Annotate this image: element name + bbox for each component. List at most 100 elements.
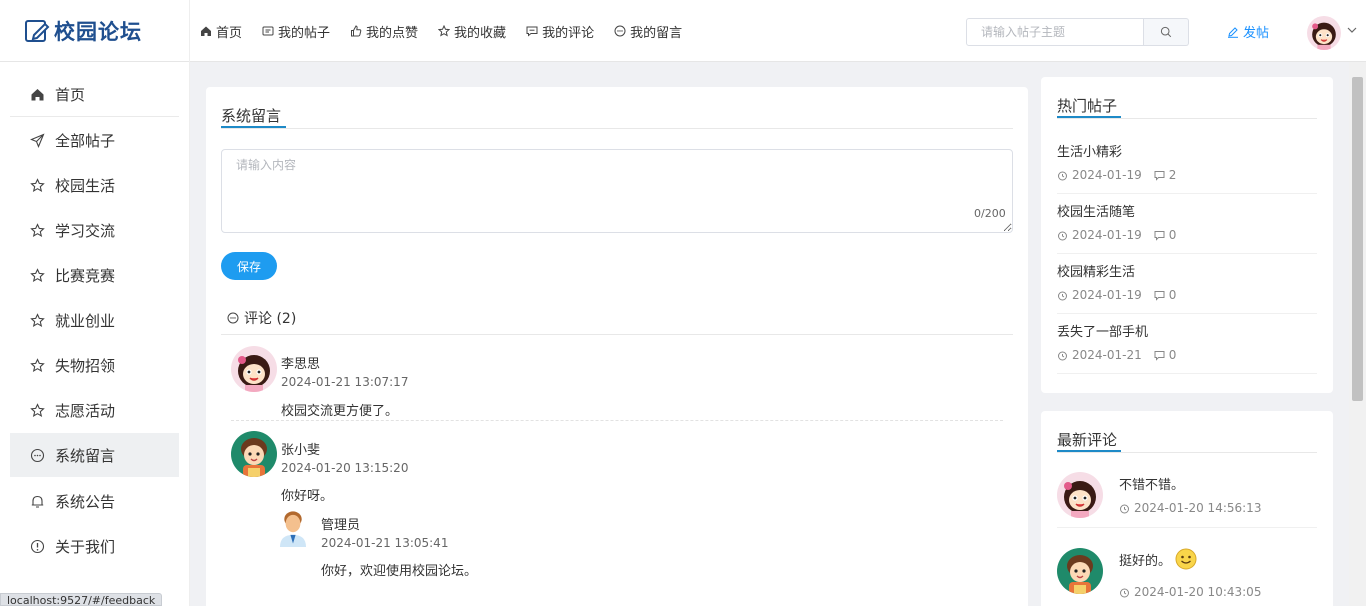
comment-time: 2024-01-20 14:56:13 <box>1134 501 1262 515</box>
comment-text: 你好呀。 <box>281 489 334 504</box>
sidebar-item-home[interactable]: 首页 <box>10 72 179 116</box>
chevron-down-icon[interactable] <box>1346 24 1358 36</box>
topnav-my-posts[interactable]: 我的帖子 <box>262 22 330 41</box>
item-separator <box>1057 253 1317 254</box>
comments-header: 评论 (2) <box>227 308 296 328</box>
sidebar-divider <box>10 116 179 117</box>
topnav-my-favorites[interactable]: 我的收藏 <box>438 22 506 41</box>
latest-comment-text[interactable]: 挺好的。 <box>1119 548 1197 570</box>
alarm-clock-icon <box>1058 291 1067 300</box>
comment-text: 不错不错。 <box>1119 478 1185 493</box>
topnav-my-likes[interactable]: 我的点赞 <box>350 22 418 41</box>
brand-logo[interactable]: 校园论坛 <box>0 0 190 62</box>
sidebar-item-label: 系统公告 <box>55 492 116 511</box>
divider <box>221 334 1013 335</box>
send-icon <box>30 132 45 148</box>
comment-author: 李思思 <box>281 357 321 372</box>
sidebar-item-lost-found[interactable]: 失物招领 <box>10 343 179 387</box>
sidebar-item-feedback[interactable]: 系统留言 <box>10 433 179 477</box>
avatar-image <box>1307 16 1341 50</box>
info-icon <box>30 539 45 553</box>
sidebar-item-announcements[interactable]: 系统公告 <box>10 479 179 523</box>
search-button[interactable] <box>1144 18 1189 46</box>
sidebar-item-label: 学习交流 <box>55 221 116 240</box>
comment-icon <box>1154 290 1165 301</box>
hot-post-meta: 2024-01-19 0 <box>1057 288 1176 302</box>
user-avatar[interactable] <box>1307 16 1341 50</box>
chat-dots-icon <box>227 312 239 324</box>
sidebar-item-label: 首页 <box>55 85 86 104</box>
avatar <box>1057 548 1103 594</box>
hot-posts-panel: 热门帖子 生活小精彩 2024-01-19 2 校园生活随笔 2024-01-1… <box>1041 77 1333 393</box>
star-icon <box>30 222 45 237</box>
panel-title: 热门帖子 <box>1057 97 1118 115</box>
alarm-clock-icon <box>1058 351 1067 360</box>
sidebar-item-label: 失物招领 <box>55 356 116 375</box>
message-box-icon <box>262 26 274 36</box>
sidebar: 首页 全部帖子 校园生活 学习交流 比赛竞赛 就业创业 失物招领 志愿活动 系统… <box>0 62 190 606</box>
sidebar-item-volunteer[interactable]: 志愿活动 <box>10 388 179 432</box>
sidebar-item-about[interactable]: 关于我们 <box>10 524 179 568</box>
sidebar-item-label: 比赛竞赛 <box>55 266 116 285</box>
comment-author: 张小斐 <box>281 443 321 458</box>
top-nav: 首页 我的帖子 我的点赞 我的收藏 我的评论 我的留言 <box>200 0 702 62</box>
sidebar-item-label: 系统留言 <box>55 446 116 465</box>
post-date: 2024-01-19 <box>1072 168 1142 182</box>
chat-dots-icon <box>30 448 45 462</box>
latest-comment-meta: 2024-01-20 14:56:13 <box>1119 501 1261 515</box>
message-textarea[interactable] <box>221 149 1013 233</box>
star-icon <box>30 402 45 417</box>
search-icon <box>1160 26 1172 38</box>
comment-time: 2024-01-20 10:43:05 <box>1134 585 1262 599</box>
char-counter: 0/200 <box>974 207 1006 220</box>
thumb-up-icon <box>351 25 362 37</box>
chat-icon <box>526 26 538 37</box>
scrollbar-thumb[interactable] <box>1352 77 1363 401</box>
panel-title: 最新评论 <box>1057 431 1118 449</box>
sidebar-item-label: 关于我们 <box>55 537 116 556</box>
avatar-image <box>231 346 277 392</box>
star-icon <box>30 357 45 372</box>
topnav-label: 我的帖子 <box>278 25 331 41</box>
sidebar-item-competitions[interactable]: 比赛竞赛 <box>10 253 179 297</box>
avatar-image <box>1057 472 1103 518</box>
topnav-my-messages[interactable]: 我的留言 <box>614 22 682 41</box>
hot-post-title[interactable]: 校园生活随笔 <box>1057 201 1135 220</box>
home-icon <box>201 26 211 36</box>
post-date: 2024-01-19 <box>1072 288 1142 302</box>
hot-post-title[interactable]: 丢失了一部手机 <box>1057 321 1148 340</box>
search-box <box>966 18 1189 46</box>
hot-post-meta: 2024-01-19 0 <box>1057 228 1176 242</box>
avatar-image <box>273 504 313 550</box>
hot-post-meta: 2024-01-21 0 <box>1057 348 1176 362</box>
latest-comment-text[interactable]: 不错不错。 <box>1119 474 1184 493</box>
sidebar-item-label: 志愿活动 <box>55 401 116 420</box>
hot-post-title[interactable]: 生活小精彩 <box>1057 141 1122 160</box>
sidebar-item-campus-life[interactable]: 校园生活 <box>10 163 179 207</box>
comment-time: 2024-01-21 13:07:17 <box>281 375 409 389</box>
topnav-my-comments[interactable]: 我的评论 <box>526 22 594 41</box>
avatar-image <box>231 431 277 477</box>
sidebar-item-study[interactable]: 学习交流 <box>10 208 179 252</box>
avatar <box>231 346 277 392</box>
new-post-button[interactable]: 发帖 <box>1227 22 1269 41</box>
hot-post-meta: 2024-01-19 2 <box>1057 168 1176 182</box>
hot-post-title[interactable]: 校园精彩生活 <box>1057 261 1135 280</box>
alarm-clock-icon <box>1120 588 1129 597</box>
reply-author: 管理员 <box>321 518 361 533</box>
topnav-label: 我的留言 <box>630 25 683 41</box>
topnav-home[interactable]: 首页 <box>200 22 242 41</box>
save-button[interactable]: 保存 <box>221 252 277 280</box>
search-input[interactable] <box>966 18 1144 46</box>
bell-icon <box>31 495 44 508</box>
alarm-clock-icon <box>1058 231 1067 240</box>
topnav-label: 我的点赞 <box>366 25 419 41</box>
section-title: 系统留言 <box>221 107 282 125</box>
topnav-label: 我的评论 <box>542 25 595 41</box>
sidebar-item-all-posts[interactable]: 全部帖子 <box>10 118 179 162</box>
alarm-clock-icon <box>1058 171 1067 180</box>
pencil-icon <box>1228 26 1238 38</box>
sidebar-item-label: 全部帖子 <box>55 131 116 150</box>
sidebar-item-career[interactable]: 就业创业 <box>10 298 179 342</box>
chat-dots-icon <box>614 25 626 37</box>
